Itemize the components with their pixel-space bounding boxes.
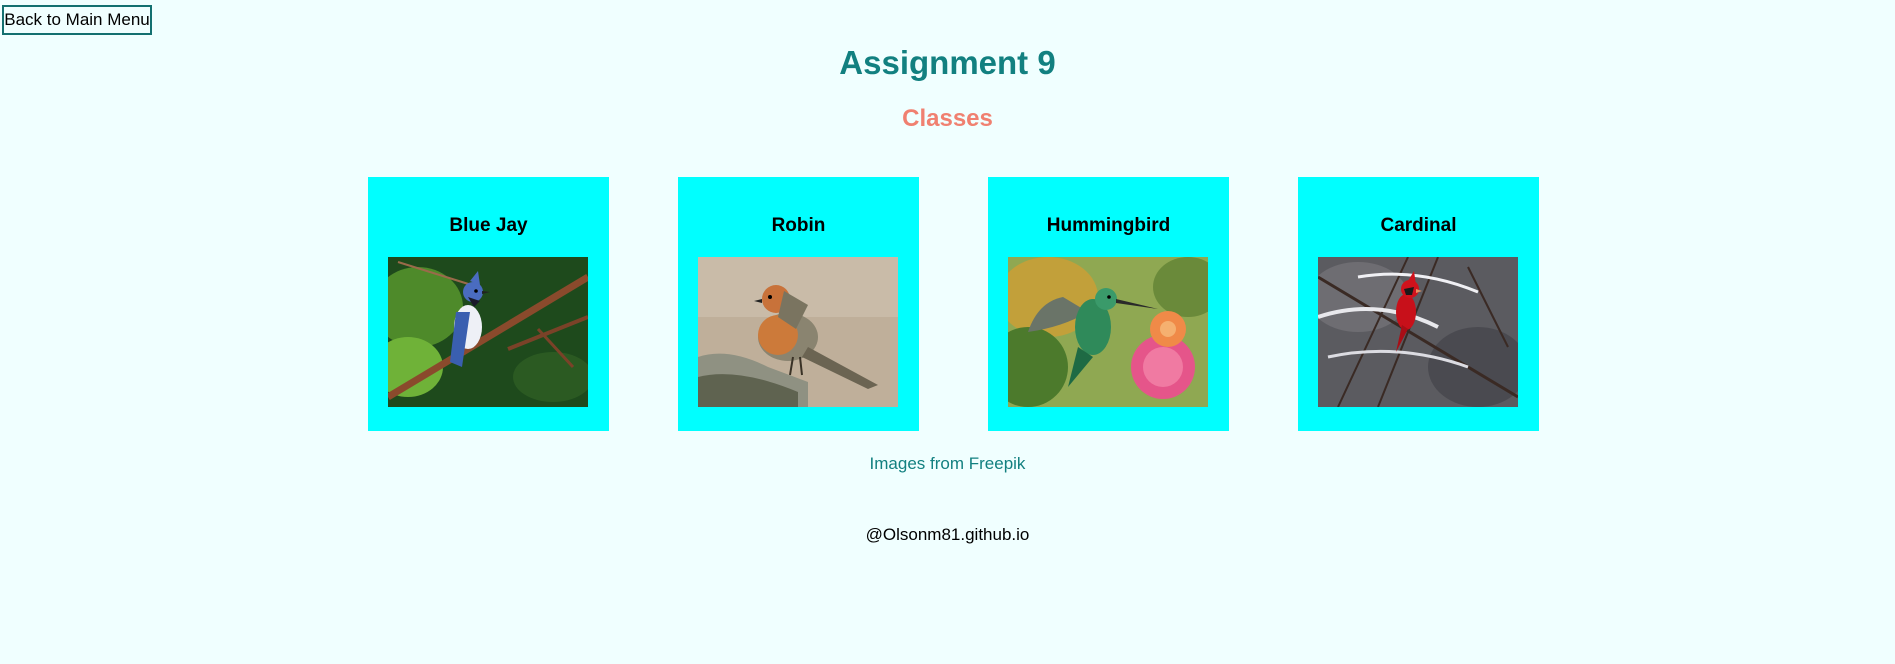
card-title: Robin [771, 215, 826, 236]
bird-card-hummingbird: Hummingbird [988, 177, 1229, 431]
robin-image [698, 257, 898, 407]
cardinal-image [1318, 257, 1518, 407]
back-to-main-menu-button[interactable]: Back to Main Menu [2, 5, 152, 35]
bird-card-cardinal: Cardinal [1298, 177, 1539, 431]
card-title: Hummingbird [1046, 215, 1171, 236]
bird-card-robin: Robin [678, 177, 919, 431]
bird-card-blue-jay: Blue Jay [368, 177, 609, 431]
blue-jay-image [388, 257, 588, 407]
bird-cards: Blue Jay Robin Hummingbird Cardinal [0, 177, 1895, 431]
footer-handle: @Olsonm81.github.io [865, 525, 1030, 544]
image-credit: Images from Freepik [869, 454, 1026, 473]
page-subtitle: Classes [902, 105, 993, 132]
card-title: Blue Jay [449, 215, 528, 236]
hummingbird-image [1008, 257, 1208, 407]
page-title: Assignment 9 [839, 44, 1056, 81]
card-title: Cardinal [1380, 215, 1457, 236]
